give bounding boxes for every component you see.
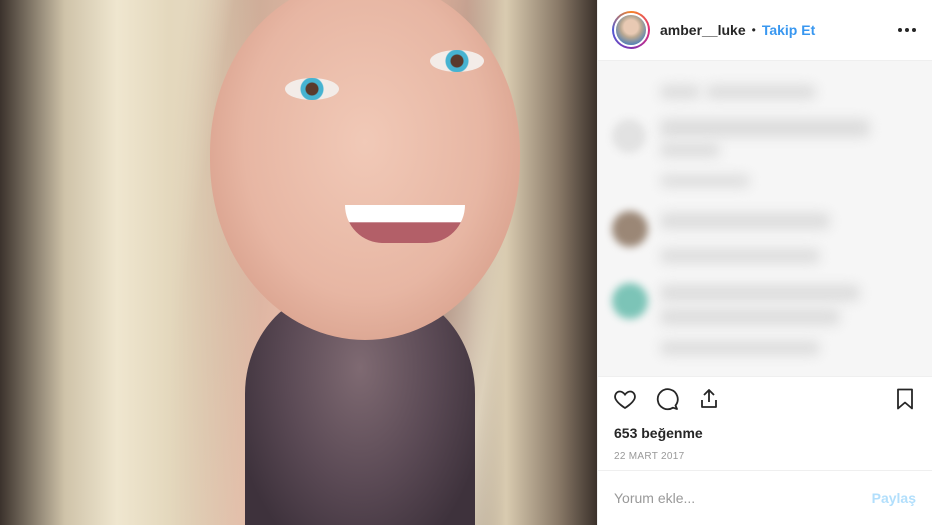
post-photo[interactable] [0, 0, 597, 525]
avatar-image [614, 13, 648, 48]
username-link[interactable]: amber__luke [660, 22, 746, 38]
heart-icon[interactable] [612, 386, 638, 412]
photo-smile [345, 205, 465, 243]
comment-input[interactable] [614, 489, 872, 506]
post-header: amber__luke • Takip Et [598, 0, 932, 62]
likes-count[interactable]: 653 beğenme [598, 422, 932, 444]
post-date[interactable]: 22 MART 2017 [598, 444, 932, 470]
avatar[interactable] [612, 11, 650, 50]
share-upload-icon[interactable] [696, 386, 722, 412]
photo-hair-left [0, 0, 260, 525]
post-side-panel: amber__luke • Takip Et 653 beğenme 22 MA… [597, 0, 932, 525]
bookmark-icon[interactable] [892, 386, 918, 412]
post-comment-button[interactable]: Paylaş [872, 490, 916, 506]
header-separator: • [751, 23, 756, 38]
comment-form: Paylaş [598, 469, 932, 525]
action-bar [598, 376, 932, 422]
photo-eye-right [430, 50, 484, 72]
follow-button[interactable]: Takip Et [762, 22, 815, 38]
photo-eye-left [285, 78, 339, 100]
instagram-post: amber__luke • Takip Et 653 beğenme 22 MA… [0, 0, 932, 525]
comment-bubble-icon[interactable] [654, 386, 680, 412]
comments-area-blurred [598, 61, 932, 377]
more-options-icon[interactable] [898, 28, 916, 33]
